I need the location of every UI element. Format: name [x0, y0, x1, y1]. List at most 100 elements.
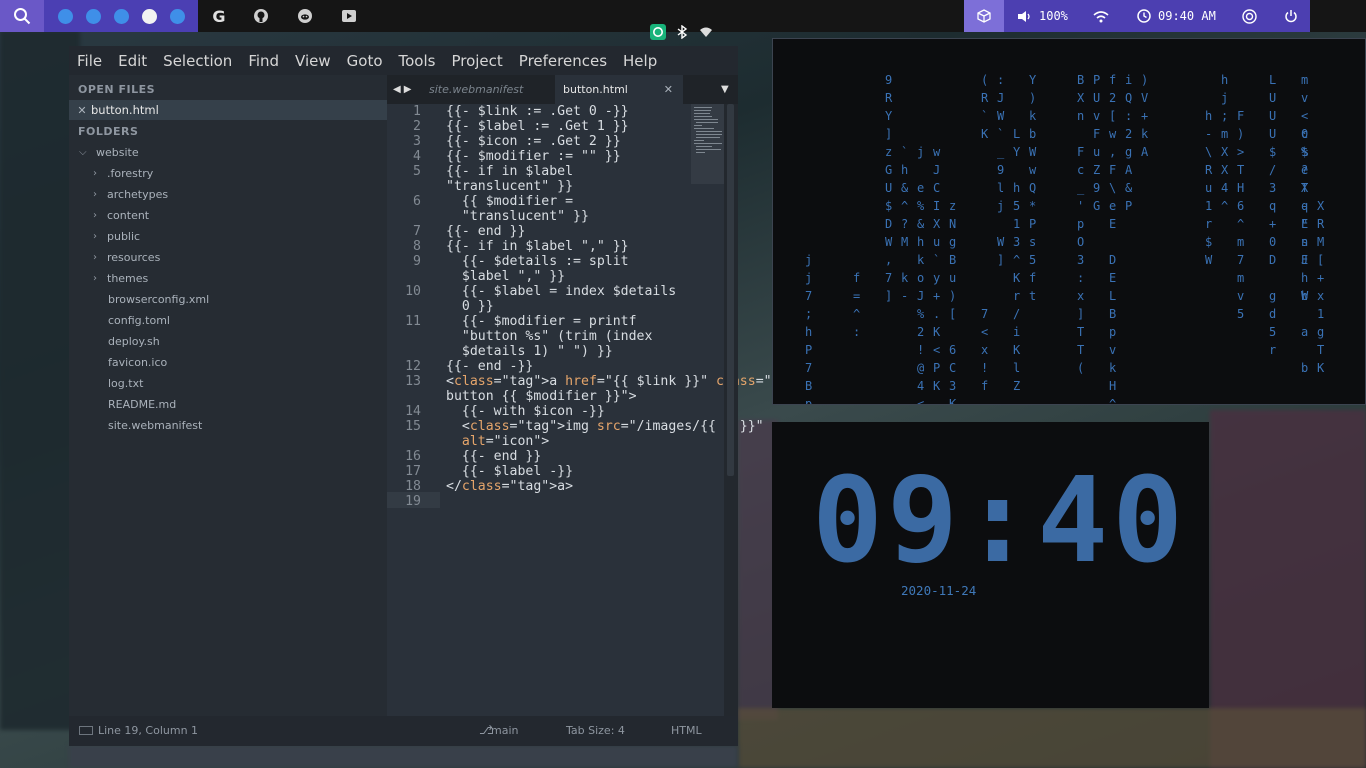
clock-widget[interactable]: 09:40 AM [1137, 0, 1216, 32]
matrix-column: h - \ R u 1 r $ W [1205, 109, 1213, 267]
code-line[interactable]: {{- $label := .Get 1 }} [446, 119, 629, 134]
code-line[interactable]: {{- if in $label "," }} [446, 239, 629, 254]
workspace-1[interactable] [58, 8, 73, 24]
file-deploy[interactable]: deploy.sh [108, 331, 160, 351]
file-favicon[interactable]: favicon.ico [108, 352, 167, 372]
github-icon[interactable] [252, 7, 270, 25]
menu-view[interactable]: View [295, 52, 331, 70]
folder-public[interactable]: › public [93, 226, 140, 246]
menu-selection[interactable]: Selection [163, 52, 232, 70]
wifi-status[interactable] [1093, 0, 1109, 32]
folder-themes[interactable]: › themes [93, 268, 148, 288]
menu-edit[interactable]: Edit [118, 52, 147, 70]
code-editor[interactable]: 1 2 3 4 5 6 7 8 9 10 11 12 13 14 15 16 17 18 19 {{- $link … [387, 104, 772, 716]
matrix-column: i Q : 2 g A & P [1125, 73, 1133, 213]
folder-resources[interactable]: › resources [93, 247, 160, 267]
panel-toggle-icon[interactable] [79, 726, 93, 735]
bluetooth-icon[interactable] [673, 23, 691, 41]
code-line[interactable]: {{- end }} [446, 449, 541, 464]
workspace-2[interactable] [86, 8, 101, 24]
open-file-label: button.html [91, 103, 159, 117]
wifi-icon[interactable] [697, 23, 715, 41]
matrix-column: ( R ` K 7 < x ! f [981, 73, 989, 393]
code-line[interactable]: {{- $link := .Get 0 -}} [446, 104, 629, 119]
matrix-terminal[interactable]: j j 7 ; h P 7 B p z i g z 5 D 5 t f = ^ … [772, 38, 1366, 405]
code-line[interactable]: {{- $modifier := "" }} [446, 149, 621, 164]
vertical-scrollbar[interactable] [724, 104, 738, 716]
folder-website[interactable]: ⌵ website [79, 142, 139, 162]
folder-forestry[interactable]: › .forestry [93, 163, 153, 183]
line-number: 5 [413, 164, 421, 179]
workspace-3[interactable] [114, 8, 129, 24]
record-icon [1242, 8, 1257, 24]
file-readme[interactable]: README.md [108, 394, 176, 414]
tab-site-webmanifest[interactable]: site.webmanifest [423, 75, 555, 104]
file-log[interactable]: log.txt [108, 373, 143, 393]
menu-find[interactable]: Find [248, 52, 279, 70]
minimap[interactable] [691, 104, 725, 184]
code-line[interactable]: {{- $label = index $details 0 }} [446, 284, 676, 314]
file-config[interactable]: config.toml [108, 310, 170, 330]
matrix-column: m v < 0 $ ? T q E n J h b [1301, 73, 1309, 303]
code-line[interactable]: <class="tag">a href="{{ $link }}" class=… [446, 374, 772, 404]
cursor-position: Line 19, Column 1 [98, 724, 199, 737]
code-line[interactable]: {{- end -}} [446, 359, 533, 374]
folder-content[interactable]: › content [93, 205, 149, 225]
menu-file[interactable]: File [77, 52, 102, 70]
sync-icon[interactable] [649, 23, 667, 41]
power-button[interactable] [1284, 0, 1298, 32]
code-line[interactable]: {{- $details := split $label "," }} [446, 254, 629, 284]
line-number: 19 [405, 494, 421, 509]
search-icon [14, 8, 31, 25]
tab-size[interactable]: Tab Size: 4 [566, 724, 625, 737]
topbar-time: 09:40 AM [1158, 9, 1216, 23]
clock-terminal[interactable]: 09:40 2020-11-24 [772, 422, 1209, 708]
tab-button-html[interactable]: button.html ✕ [555, 75, 683, 104]
reddit-icon[interactable] [296, 7, 314, 25]
workspace-4[interactable] [142, 8, 157, 24]
open-file-item[interactable]: ✕ button.html [69, 100, 387, 120]
scrollbar-thumb[interactable] [727, 104, 734, 476]
code-line[interactable]: {{- if in $label "translucent" }} [446, 164, 573, 194]
menu-help[interactable]: Help [623, 52, 657, 70]
search-button[interactable] [0, 0, 44, 32]
code-line[interactable]: {{- $label -}} [446, 464, 573, 479]
menu-preferences[interactable]: Preferences [519, 52, 607, 70]
matrix-column: L U U U $ / 3 q + 0 D g d 5 r [1269, 73, 1277, 357]
menu-project[interactable]: Project [451, 52, 502, 70]
tab-overflow-chevron-down-icon[interactable]: ▼ [721, 75, 729, 104]
matrix-column: f = ^ : h [853, 271, 861, 339]
code-line[interactable]: {{- end }} [446, 224, 525, 239]
file-browserconfig[interactable]: browserconfig.xml [108, 289, 209, 309]
close-icon[interactable]: ✕ [664, 83, 673, 96]
code-line[interactable]: {{- with $icon -}} [446, 404, 605, 419]
chevron-right-icon: › [93, 230, 97, 242]
package-button[interactable] [964, 0, 1004, 32]
menu-tools[interactable]: Tools [399, 52, 436, 70]
close-file-icon[interactable]: ✕ [75, 104, 89, 117]
menu-goto[interactable]: Goto [347, 52, 383, 70]
matrix-column: G 2 ) y J [1173, 71, 1180, 404]
volume-control[interactable]: 100% [1017, 0, 1068, 32]
code-line[interactable]: </class="tag">a> [446, 479, 573, 494]
code-line[interactable]: {{- $modifier = printf "button %s" (trim… [446, 314, 653, 359]
syntax-mode[interactable]: HTML [671, 724, 702, 737]
workspace-5[interactable] [170, 8, 185, 24]
folder-label: resources [107, 250, 161, 264]
arrow-right-icon[interactable]: ▶ [404, 84, 412, 95]
matrix-column: ) V + k A [1141, 73, 1149, 159]
record-button[interactable] [1242, 0, 1257, 32]
code-line[interactable]: {{- $icon := .Get 2 }} [446, 134, 621, 149]
tab-nav-arrows[interactable]: ◀ ▶ [393, 75, 411, 104]
folder-archetypes[interactable]: › archetypes [93, 184, 168, 204]
google-icon[interactable]: G [210, 7, 228, 26]
youtube-icon[interactable] [340, 7, 358, 25]
code-line[interactable]: <class="tag">img src="/images/{{ . }}" a… [446, 419, 764, 449]
code-line[interactable]: {{ $modifier = "translucent" }} [446, 194, 589, 224]
folder-label: .forestry [107, 166, 154, 180]
arrow-left-icon[interactable]: ◀ [393, 84, 401, 95]
git-branch[interactable]: main [491, 724, 518, 737]
chevron-right-icon: › [93, 188, 97, 200]
open-files-heading: OPEN FILES [78, 83, 156, 96]
file-site-webmanifest[interactable]: site.webmanifest [108, 415, 202, 435]
